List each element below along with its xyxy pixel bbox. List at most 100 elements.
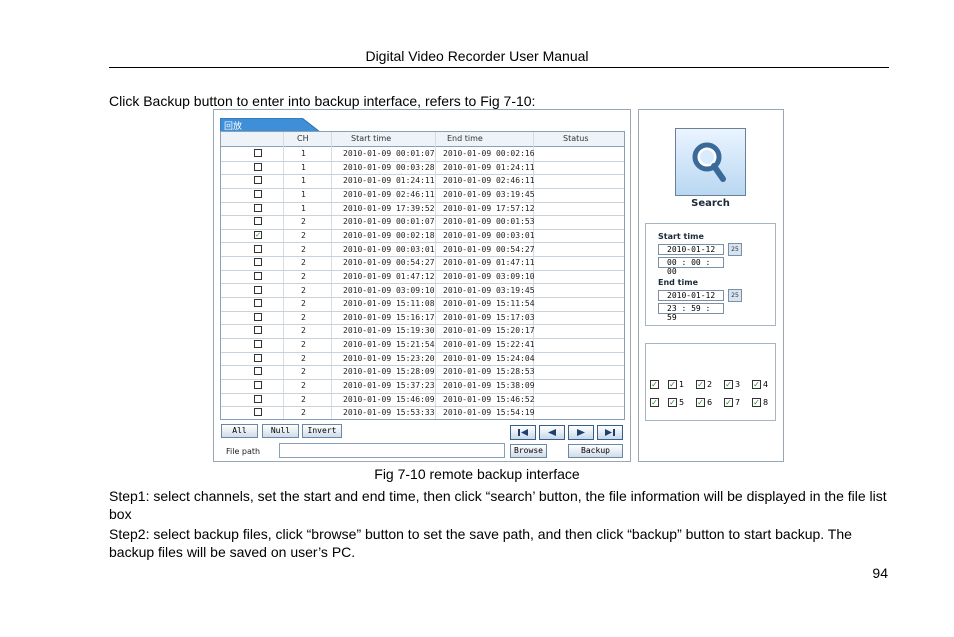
- row-end-time: 2010-01-09 00:02:16: [443, 149, 535, 158]
- row-checkbox[interactable]: [254, 340, 262, 349]
- search-label: Search: [691, 198, 730, 209]
- table-row[interactable]: 2 2010-01-09 01:47:12 2010-01-09 03:09:10: [221, 270, 624, 285]
- row-checkbox[interactable]: [254, 149, 262, 157]
- row-end-time: 2010-01-09 15:38:09: [443, 381, 535, 391]
- table-row[interactable]: 2 2010-01-09 00:01:07 2010-01-09 00:01:53: [221, 215, 624, 230]
- table-row[interactable]: 2 2010-01-09 00:03:01 2010-01-09 00:54:27: [221, 243, 624, 258]
- row-checkbox[interactable]: [254, 285, 262, 294]
- table-row[interactable]: 1 2010-01-09 01:24:11 2010-01-09 02:46:11: [221, 174, 624, 189]
- row-channel: 1: [301, 162, 306, 172]
- row-checkbox[interactable]: [254, 367, 262, 376]
- table-row[interactable]: 2 2010-01-09 15:11:08 2010-01-09 15:11:54: [221, 297, 624, 312]
- prev-page-button[interactable]: [539, 425, 565, 440]
- first-page-icon: [518, 429, 528, 436]
- table-row[interactable]: 2 2010-01-09 00:54:27 2010-01-09 01:47:11: [221, 256, 624, 271]
- row-checkbox[interactable]: [254, 176, 262, 185]
- row-checkbox[interactable]: [254, 217, 262, 226]
- end-calendar-icon[interactable]: 25: [728, 289, 742, 302]
- table-row[interactable]: 1 2010-01-09 02:46:11 2010-01-09 03:19:45: [221, 188, 624, 203]
- end-time-label: End time: [658, 278, 698, 287]
- row-end-time: 2010-01-09 00:54:27: [443, 244, 535, 254]
- row-start-time: 2010-01-09 15:23:20: [343, 353, 435, 363]
- prev-page-icon: [548, 429, 556, 436]
- start-time-label: Start time: [658, 232, 704, 241]
- column-header-start-time: Start time: [351, 134, 392, 143]
- step-2-text: Step2: select backup files, click “brows…: [109, 526, 852, 560]
- backup-button[interactable]: Backup: [568, 444, 623, 458]
- row-checkbox[interactable]: [254, 381, 262, 390]
- end-clock-field[interactable]: 23 : 59 : 59: [658, 303, 724, 322]
- row-start-time: 2010-01-09 00:03:28: [343, 162, 435, 172]
- channel-checkbox-2[interactable]: ✓: [696, 380, 705, 389]
- row-checkbox[interactable]: [254, 162, 262, 171]
- row-start-time: 2010-01-09 15:28:09: [343, 367, 435, 377]
- table-row[interactable]: 2 2010-01-09 15:16:17 2010-01-09 15:17:03: [221, 311, 624, 326]
- last-page-button[interactable]: [597, 425, 623, 440]
- channel-number-4: 4: [763, 380, 769, 389]
- table-row[interactable]: 2 2010-01-09 15:37:23 2010-01-09 15:38:09: [221, 379, 624, 394]
- row-checkbox[interactable]: [254, 271, 262, 280]
- channel-checkbox-8[interactable]: ✓: [752, 398, 761, 407]
- browse-button[interactable]: Browse: [510, 444, 547, 458]
- table-row[interactable]: 2 2010-01-09 15:23:20 2010-01-09 15:24:04: [221, 352, 624, 367]
- end-date-field[interactable]: 2010-01-12: [658, 290, 724, 301]
- row-checkbox[interactable]: ✓: [254, 230, 262, 239]
- channel-checkbox-6[interactable]: ✓: [696, 398, 705, 407]
- row-checkbox[interactable]: [254, 258, 262, 267]
- row-channel: 1: [301, 189, 306, 199]
- row-checkbox[interactable]: [254, 299, 262, 308]
- header-rule: [109, 67, 889, 68]
- channel-checkbox-3[interactable]: ✓: [724, 380, 733, 389]
- row-checkbox[interactable]: [254, 312, 262, 321]
- table-row[interactable]: 2 2010-01-09 15:19:30 2010-01-09 15:20:17: [221, 324, 624, 340]
- search-button[interactable]: [675, 128, 746, 196]
- row-channel: 1: [301, 149, 306, 158]
- file-path-input[interactable]: [279, 443, 505, 458]
- row-checkbox[interactable]: [254, 244, 262, 253]
- row-checkbox[interactable]: [254, 394, 262, 403]
- table-row[interactable]: 2 2010-01-09 15:46:09 2010-01-09 15:46:52: [221, 393, 624, 408]
- start-clock-field[interactable]: 00 : 00 : 00: [658, 257, 724, 276]
- table-row[interactable]: 1 2010-01-09 00:03:28 2010-01-09 01:24:11: [221, 161, 624, 176]
- channel-number-1: 1: [679, 380, 685, 389]
- start-date-field[interactable]: 2010-01-12: [658, 244, 724, 255]
- channel-checkbox-7[interactable]: ✓: [724, 398, 733, 407]
- table-row[interactable]: 2 2010-01-09 03:09:10 2010-01-09 03:19:45: [221, 284, 624, 299]
- row-end-time: 2010-01-09 03:19:45: [443, 189, 535, 199]
- row-channel: 2: [301, 340, 306, 350]
- row-checkbox[interactable]: [254, 326, 262, 335]
- row-checkbox[interactable]: [254, 353, 262, 362]
- row-checkbox[interactable]: [254, 189, 262, 198]
- table-row[interactable]: ✓ 2 2010-01-09 00:02:18 2010-01-09 00:03:01: [221, 229, 624, 244]
- first-page-button[interactable]: [510, 425, 536, 440]
- row-checkbox[interactable]: [254, 203, 262, 212]
- invert-selection-button[interactable]: Invert: [302, 424, 342, 438]
- channel-checkbox-1[interactable]: ✓: [668, 380, 677, 389]
- all-channels-checkbox[interactable]: ✓: [650, 398, 659, 407]
- select-null-button[interactable]: Null: [262, 424, 299, 438]
- next-page-button[interactable]: [568, 425, 594, 440]
- table-row[interactable]: 2 2010-01-09 15:28:09 2010-01-09 15:28:53: [221, 365, 624, 380]
- table-row[interactable]: 2 2010-01-09 15:21:54 2010-01-09 15:22:41: [221, 338, 624, 353]
- table-row[interactable]: 1 2010-01-09 00:01:07 2010-01-09 00:02:16: [221, 147, 624, 162]
- start-calendar-icon[interactable]: 25: [728, 243, 742, 256]
- table-row[interactable]: 1 2010-01-09 17:39:52 2010-01-09 17:57:12: [221, 202, 624, 217]
- file-list-table: CH Start time End time Status 1 2010-01-0…: [220, 131, 625, 420]
- channel-checkbox-4[interactable]: ✓: [752, 380, 761, 389]
- row-channel: 2: [301, 299, 306, 309]
- row-end-time: 2010-01-09 15:22:41: [443, 340, 535, 350]
- column-header-end-time: End time: [447, 134, 483, 143]
- all-channels-checkbox[interactable]: ✓: [650, 380, 659, 389]
- table-row[interactable]: 2 2010-01-09 15:53:33 2010-01-09 15:54:19: [221, 406, 624, 419]
- row-end-time: 2010-01-09 03:19:45: [443, 285, 535, 295]
- row-start-time: 2010-01-09 00:01:07: [343, 149, 435, 158]
- row-channel: 2: [301, 408, 306, 418]
- row-start-time: 2010-01-09 00:02:18: [343, 230, 435, 240]
- select-all-button[interactable]: All: [221, 424, 258, 438]
- row-checkbox[interactable]: [254, 408, 262, 417]
- channel-checkbox-5[interactable]: ✓: [668, 398, 677, 407]
- row-end-time: 2010-01-09 01:47:11: [443, 258, 535, 268]
- channel-number-7: 7: [735, 398, 741, 407]
- row-channel: 2: [301, 285, 306, 295]
- row-start-time: 2010-01-09 01:24:11: [343, 176, 435, 186]
